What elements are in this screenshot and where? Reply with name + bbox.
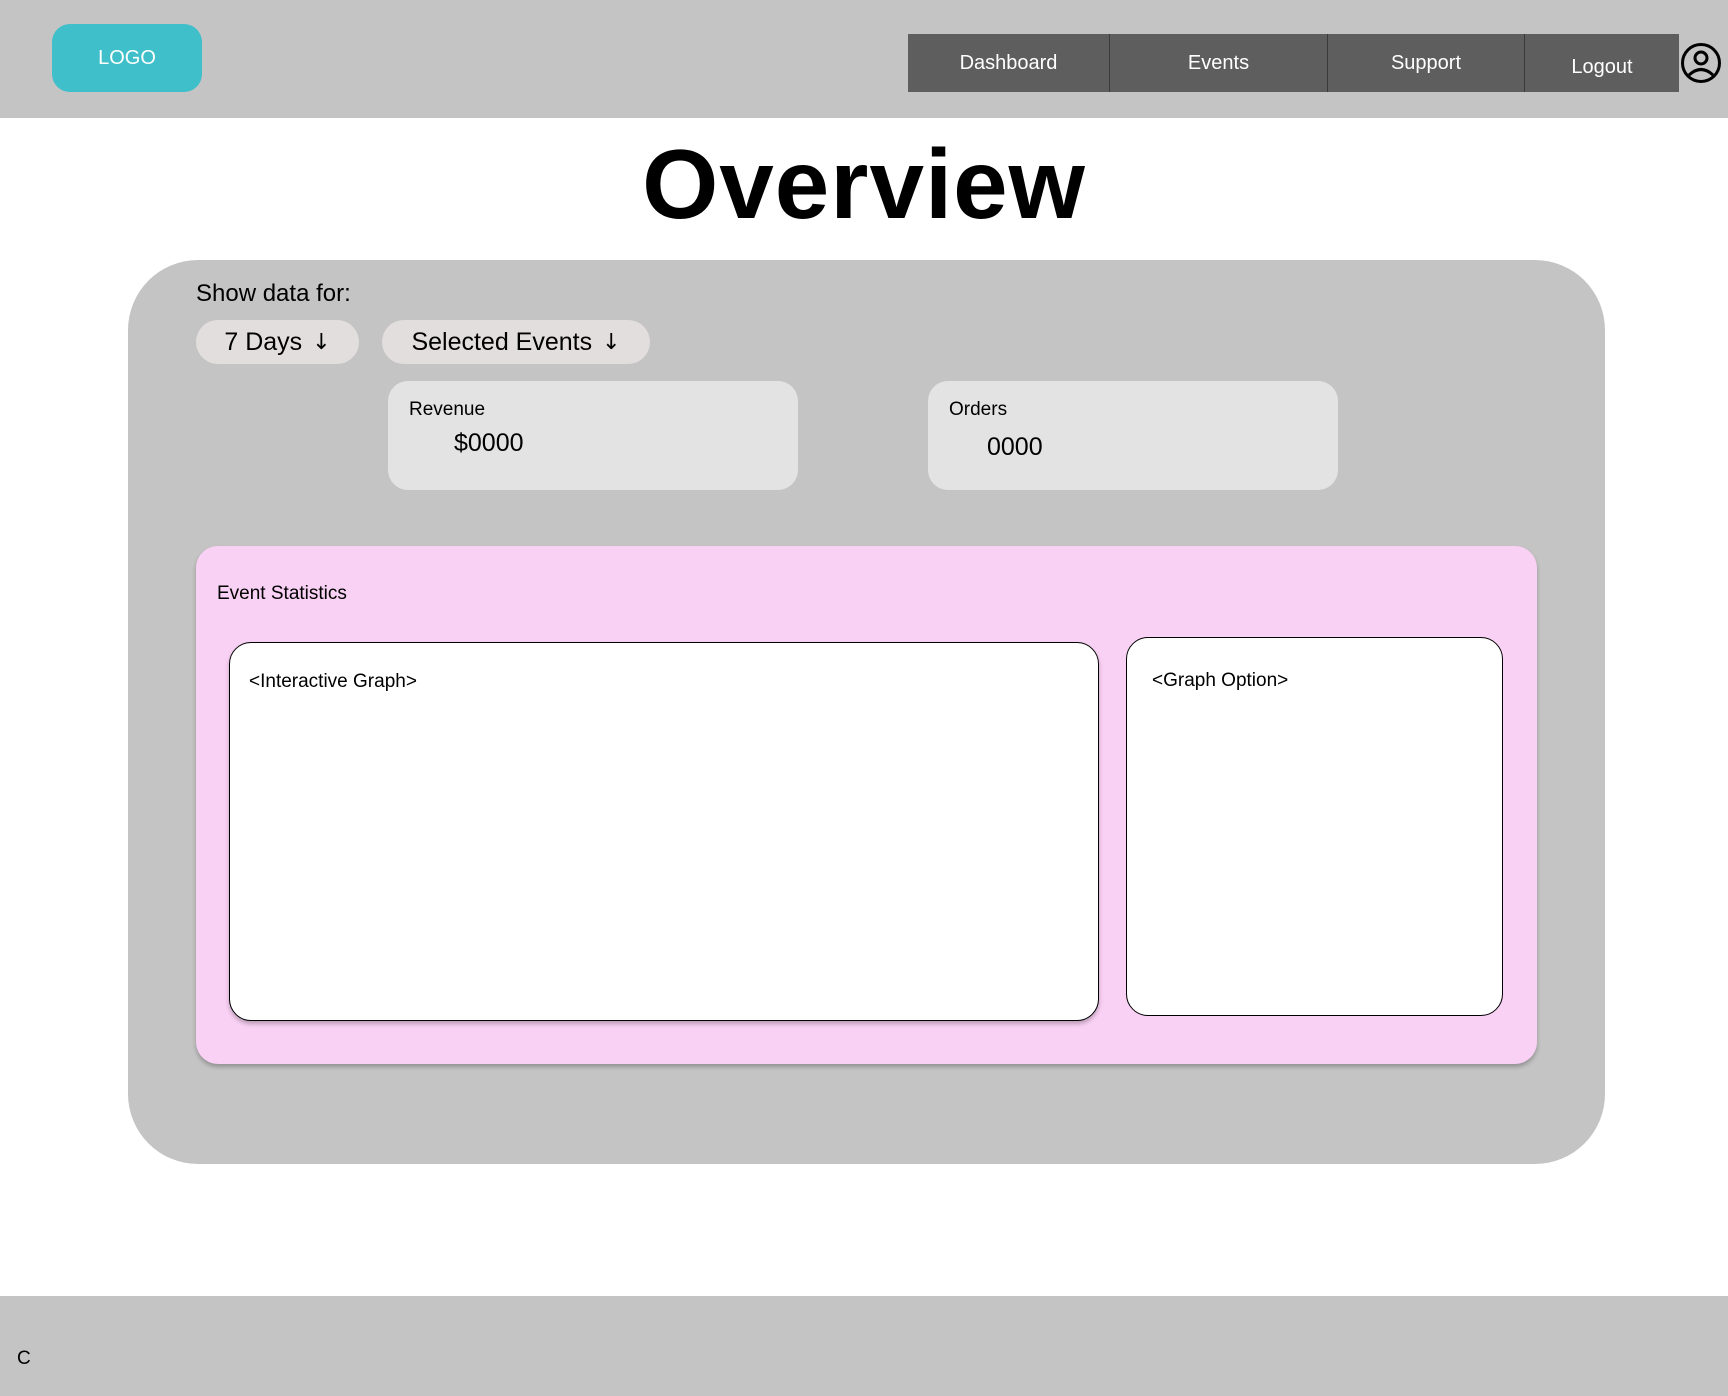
interactive-graph-placeholder: <Interactive Graph>: [249, 671, 417, 692]
footer: C: [0, 1296, 1728, 1396]
event-statistics-title: Event Statistics: [217, 583, 347, 604]
arrow-down-icon: ↓: [312, 329, 331, 355]
app-root: LOGO Dashboard Events Support Logout Ove…: [0, 0, 1728, 1396]
orders-label: Orders: [949, 399, 1008, 420]
user-circle-icon[interactable]: [1680, 42, 1722, 84]
show-data-label: Show data for:: [196, 280, 351, 307]
nav-dashboard[interactable]: Dashboard: [908, 34, 1110, 92]
period-dropdown[interactable]: 7 Days ↓: [196, 320, 359, 364]
graph-options-panel[interactable]: <Graph Option>: [1126, 637, 1503, 1016]
nav-logout-label: Logout: [1571, 55, 1633, 78]
orders-card: Orders 0000: [928, 381, 1338, 490]
nav-logout[interactable]: Logout: [1525, 34, 1679, 92]
nav-events[interactable]: Events: [1110, 34, 1328, 92]
events-dropdown[interactable]: Selected Events ↓: [382, 320, 650, 364]
footer-text: C: [17, 1348, 31, 1369]
nav-events-label: Events: [1187, 51, 1250, 74]
graph-option-placeholder: <Graph Option>: [1152, 670, 1289, 691]
events-dropdown-label: Selected Events: [411, 327, 593, 356]
nav-support[interactable]: Support: [1328, 34, 1525, 92]
nav-dashboard-label: Dashboard: [959, 51, 1058, 74]
interactive-graph[interactable]: <Interactive Graph>: [229, 642, 1099, 1021]
page-title: Overview: [642, 129, 1086, 239]
logo-label: LOGO: [98, 46, 156, 69]
revenue-value: $0000: [454, 429, 524, 457]
revenue-card: Revenue $0000: [388, 381, 798, 490]
event-statistics-section: Event Statistics <Interactive Graph> <Gr…: [196, 546, 1537, 1064]
revenue-label: Revenue: [409, 399, 486, 420]
arrow-down-icon: ↓: [602, 329, 621, 355]
overview-panel: Show data for: 7 Days ↓ Selected Events …: [128, 260, 1605, 1164]
orders-value: 0000: [987, 433, 1043, 461]
period-dropdown-label: 7 Days: [224, 327, 303, 356]
logo[interactable]: LOGO: [52, 24, 202, 92]
main-nav: Dashboard Events Support Logout: [908, 34, 1679, 92]
nav-support-label: Support: [1390, 51, 1462, 74]
top-header: LOGO Dashboard Events Support Logout: [0, 0, 1728, 118]
